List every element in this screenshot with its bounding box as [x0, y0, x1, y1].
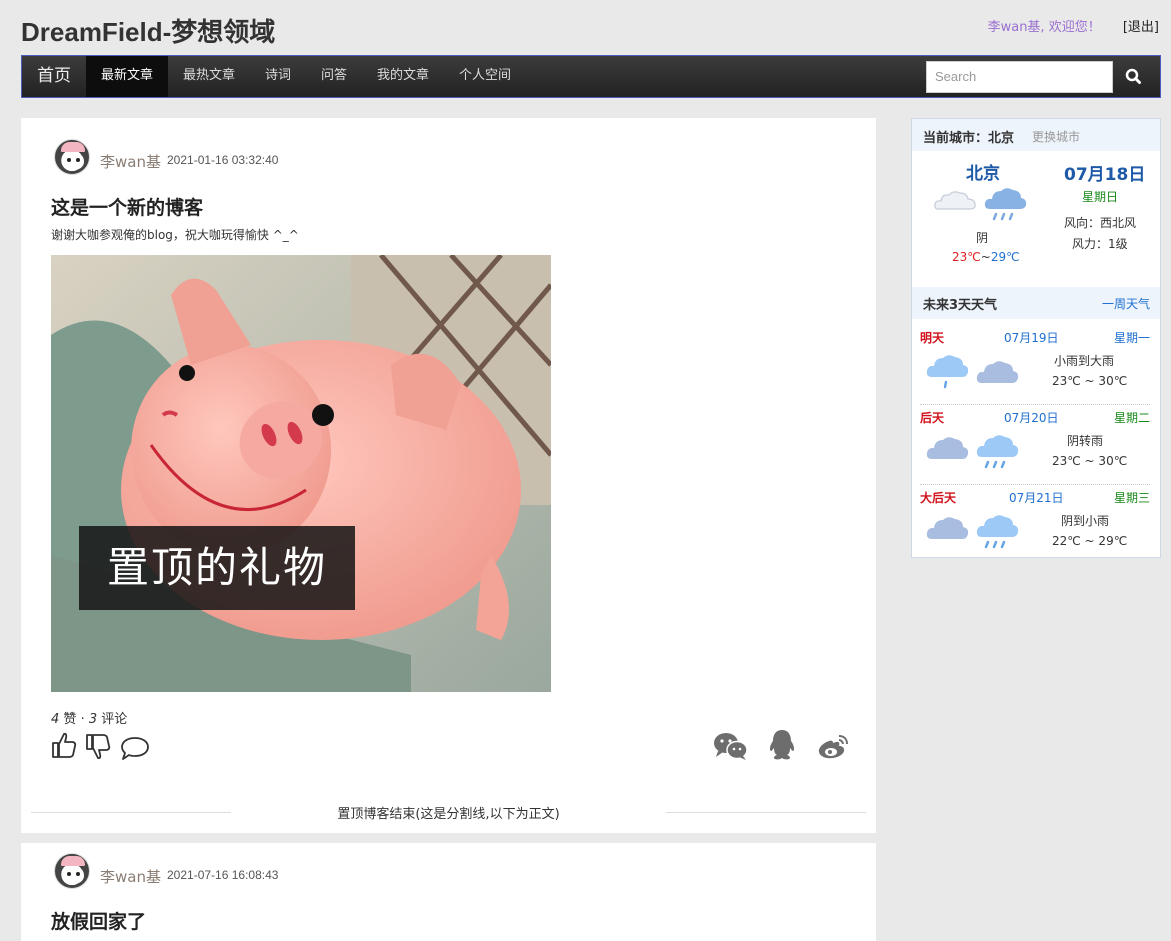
overcast-icon: [924, 511, 970, 549]
overcast-icon: [932, 187, 980, 219]
forecast-day-name: 大后天: [920, 491, 957, 505]
forecast-day-date: 07月20日: [1004, 411, 1059, 425]
forecast-day-name: 明天: [920, 331, 945, 345]
forecast-temperature: 22℃ ~ 29℃: [1052, 534, 1128, 548]
nav-item-hottest[interactable]: 最热文章: [168, 56, 250, 97]
search-icon: [1125, 68, 1141, 84]
author-avatar[interactable]: [54, 139, 90, 175]
nav-home[interactable]: 首页: [22, 56, 86, 97]
post-date: 2021-07-16 16:08:43: [167, 868, 279, 882]
forecast-day: 大后天 07月21日 星期三 阴到小雨 22℃ ~ 29℃: [912, 485, 1160, 565]
main-navbar: 首页 最新文章 最热文章 诗词 问答 我的文章 个人空间 Search: [21, 55, 1161, 98]
weather-header: 当前城市：北京 更换城市: [912, 119, 1160, 151]
nav-item-personal-space[interactable]: 个人空间: [444, 56, 526, 97]
comment-count: 3: [88, 712, 98, 727]
post-title[interactable]: 这是一个新的博客: [51, 193, 203, 220]
weather-city: 北京: [966, 164, 1000, 184]
wind-force: 风力：1级: [1072, 237, 1128, 251]
nav-item-qa[interactable]: 问答: [306, 56, 362, 97]
post-image[interactable]: 置顶的礼物: [51, 255, 551, 692]
divider-text: 置顶博客结束(这是分割线,以下为正文): [337, 807, 560, 822]
user-box: 李wan基, 欢迎您！ [退出]: [988, 16, 1159, 35]
rain-icon: [974, 431, 1020, 479]
like-count: 4: [51, 712, 60, 727]
thumbs-down-icon[interactable]: [85, 733, 111, 765]
welcome-link[interactable]: 李wan基, 欢迎您！: [988, 20, 1101, 35]
nav-item-poetry[interactable]: 诗词: [250, 56, 306, 97]
post-author[interactable]: 李wan基: [100, 866, 161, 887]
weather-widget: 当前城市：北京 更换城市 北京 07月18日 星期日 阴 23℃~29℃ 风向：…: [911, 118, 1161, 558]
forecast-condition: 阴到小雨: [1061, 514, 1110, 528]
forecast-day: 后天 07月20日 星期二 阴转雨 23℃ ~ 30℃: [912, 405, 1160, 485]
like-label: 赞: [63, 712, 77, 727]
overcast-icon: [974, 355, 1020, 393]
site-title[interactable]: DreamField-梦想领域: [21, 12, 275, 49]
forecast-condition: 小雨到大雨: [1054, 354, 1115, 368]
thumbs-up-icon[interactable]: [51, 731, 77, 763]
post-date: 2021-01-16 03:32:40: [167, 153, 279, 167]
rain-icon: [982, 185, 1028, 231]
post-title[interactable]: 放假回家了: [51, 907, 146, 934]
temp-separator: ~: [980, 250, 991, 264]
rain-icon: [974, 511, 1020, 559]
post-author[interactable]: 李wan基: [100, 151, 161, 172]
post-card-pinned: 李wan基 2021-01-16 03:32:40 这是一个新的博客 谢谢大咖参…: [21, 118, 876, 833]
forecast-temperature: 23℃ ~ 30℃: [1052, 374, 1128, 388]
weather-weekday: 星期日: [1082, 190, 1119, 204]
forecast-header: 未来3天天气 一周天气: [912, 287, 1160, 319]
nav-item-latest[interactable]: 最新文章: [86, 56, 168, 97]
forecast-day: 明天 07月19日 星期一 小雨到大雨 23℃ ~ 30℃: [912, 325, 1160, 405]
logout-link[interactable]: [退出]: [1123, 20, 1159, 35]
comment-label: 评论: [101, 712, 128, 727]
forecast-day-name: 后天: [920, 411, 945, 425]
wechat-icon[interactable]: [713, 731, 749, 765]
post-stats: 4 赞 · 3 评论: [51, 712, 128, 727]
comment-icon[interactable]: [120, 735, 150, 765]
search-input[interactable]: Search: [926, 61, 1113, 93]
week-weather-link[interactable]: 一周天气: [1102, 295, 1150, 312]
forecast-day-weekday: 星期一: [1113, 331, 1150, 345]
temp-high: 29℃: [990, 250, 1020, 264]
image-caption: 置顶的礼物: [79, 526, 355, 610]
forecast-temperature: 23℃ ~ 30℃: [1052, 454, 1128, 468]
temp-low: 23℃: [952, 250, 981, 264]
forecast-condition: 阴转雨: [1067, 434, 1104, 448]
light-rain-icon: [924, 351, 970, 399]
post-summary: 谢谢大咖参观俺的blog，祝大咖玩得愉快 ^_^: [51, 228, 299, 242]
forecast-day-date: 07月21日: [1009, 491, 1064, 505]
weather-temperature: 23℃~29℃: [952, 250, 1020, 264]
search-button[interactable]: [1120, 61, 1146, 93]
current-city-label: 当前城市：北京: [923, 131, 1015, 146]
forecast-title: 未来3天天气: [923, 298, 998, 313]
weather-date: 07月18日: [1064, 165, 1146, 185]
overcast-icon: [924, 431, 970, 469]
change-city-link[interactable]: 更换城市: [1032, 128, 1080, 145]
forecast-day-weekday: 星期二: [1113, 411, 1150, 425]
forecast-day-weekday: 星期三: [1113, 491, 1150, 505]
post-card: 李wan基 2021-07-16 16:08:43 放假回家了: [21, 843, 876, 941]
weather-condition: 阴: [976, 231, 989, 245]
author-avatar[interactable]: [54, 853, 90, 889]
qq-icon[interactable]: [767, 728, 797, 766]
nav-item-my-articles[interactable]: 我的文章: [362, 56, 444, 97]
plush-pig-illustration: [51, 255, 551, 692]
weibo-icon[interactable]: [817, 733, 849, 765]
wind-direction: 风向：西北风: [1064, 216, 1137, 230]
forecast-day-date: 07月19日: [1004, 331, 1059, 345]
